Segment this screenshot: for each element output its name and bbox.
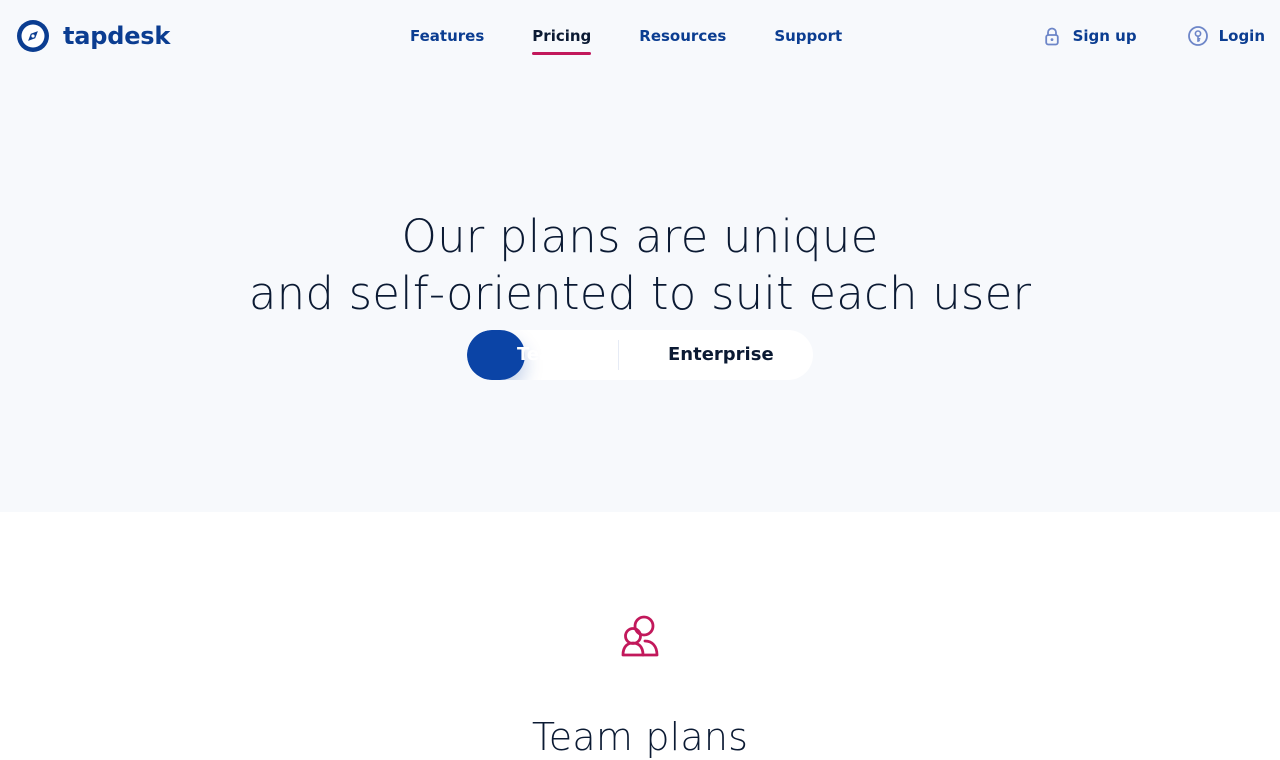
login-link[interactable]: Login — [1187, 24, 1265, 48]
headline-line-2: and self-oriented to suit each user — [248, 267, 1032, 321]
signup-link[interactable]: Sign up — [1041, 24, 1137, 48]
nav-item-support[interactable]: Support — [774, 26, 842, 54]
toggle-option-enterprise[interactable]: Enterprise — [668, 330, 774, 380]
nav-item-resources[interactable]: Resources — [639, 26, 726, 54]
nav-item-features[interactable]: Features — [410, 26, 484, 54]
brand-logo[interactable]: tapdesk — [15, 18, 170, 54]
key-icon — [1187, 26, 1208, 46]
toggle-divider — [618, 340, 619, 370]
auth-links: Sign up Login — [1041, 24, 1265, 48]
compass-icon — [17, 20, 49, 52]
toggle-option-team[interactable]: Team — [517, 330, 570, 380]
team-icon — [621, 615, 659, 657]
signup-label: Sign up — [1072, 27, 1137, 45]
main-nav: Features Pricing Resources Support — [410, 26, 842, 55]
headline-line-1: Our plans are unique — [401, 210, 879, 264]
lock-icon — [1044, 27, 1059, 46]
site-header: tapdesk Features Pricing Resources Suppo… — [0, 0, 1280, 72]
plan-toggle: Team Enterprise — [467, 330, 813, 380]
login-label: Login — [1218, 27, 1265, 45]
page-title: Our plans are unique and self-oriented t… — [0, 208, 1280, 322]
nav-item-pricing[interactable]: Pricing — [532, 26, 591, 55]
brand-name: tapdesk — [63, 22, 171, 50]
section-title: Team plans — [531, 714, 749, 759]
